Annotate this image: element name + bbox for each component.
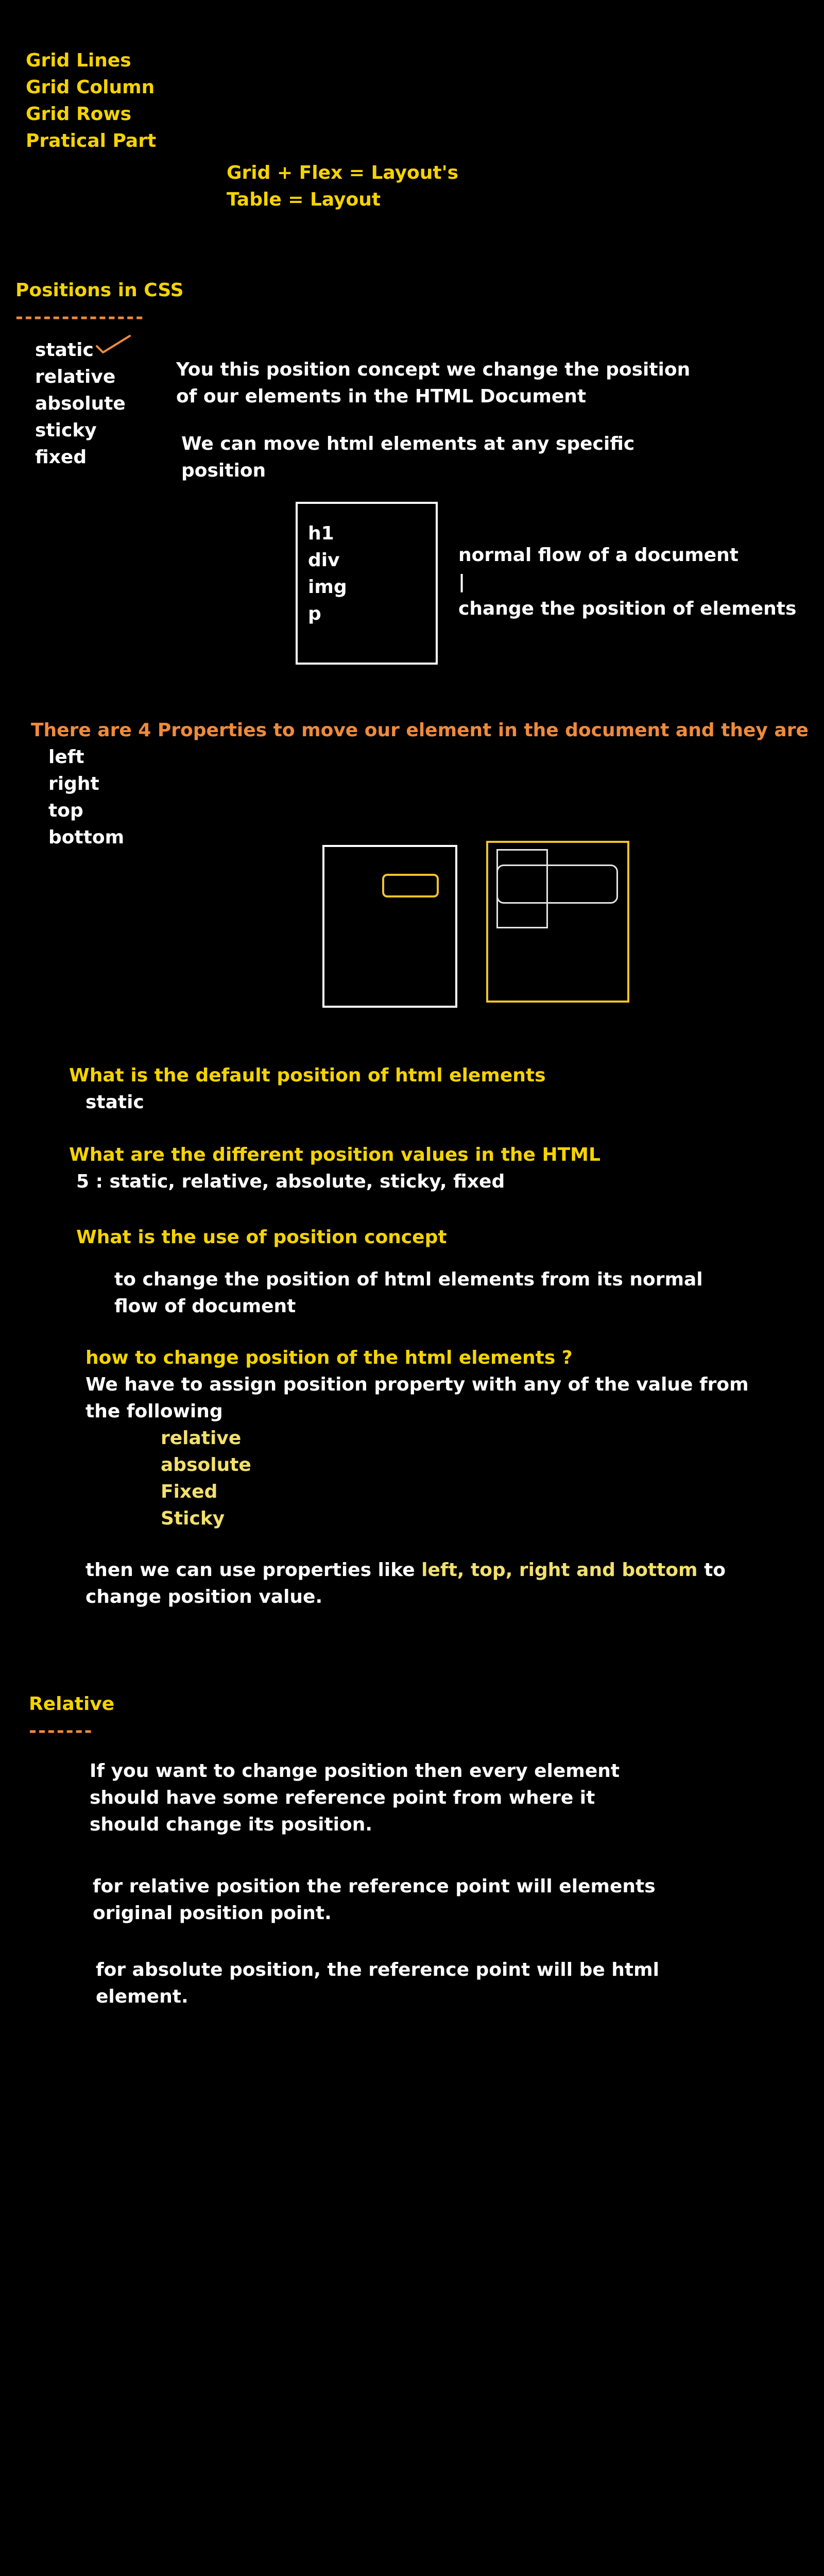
properties-heading: There are 4 Properties to move our eleme… [31,720,809,741]
position-description: of our elements in the HTML Document [176,386,587,407]
property-item: bottom [48,827,125,848]
usage-text: to [697,1560,726,1581]
answer-default-position: static [85,1092,144,1113]
original-element-diagram [496,849,548,928]
child-element-diagram [382,874,439,897]
properties-usage-line: then we can use properties like left, to… [85,1557,726,1584]
usage-text: then we can use properties like [85,1560,422,1581]
position-value: fixed [35,447,87,468]
property-item: right [48,773,99,794]
position-value: relative [35,366,116,387]
assign-value: Sticky [161,1508,225,1529]
position-values-list: static relative absolute sticky fixed [35,337,126,471]
absolute-reference-note: element. [96,1986,188,2007]
question-default-position: What is the default position of html ele… [69,1065,546,1086]
grid-topic: Grid Lines [26,50,131,71]
question-position-values: What are the different position values i… [69,1144,600,1165]
absolute-reference-note: for absolute position, the reference poi… [96,1959,659,1980]
flow-item: img [308,577,347,598]
position-value: sticky [35,420,97,441]
move-description: We can move html elements at any specifi… [181,433,635,454]
flow-note: change the position of elements [458,598,797,619]
layout-note: Table = Layout [227,189,381,210]
flow-box-items: h1 div img p [308,520,347,628]
relative-underline: ------- [29,1720,94,1741]
parent-box-diagram [322,845,457,1008]
grid-topics-list: Grid Lines Grid Column Grid Rows Pratica… [26,47,156,155]
position-description: You this position concept we change the … [176,359,691,380]
positions-underline: -------------- [15,307,145,328]
positions-title: Positions in CSS [15,280,184,301]
move-description: position [181,460,266,481]
layout-note: Grid + Flex = Layout's [227,162,459,183]
assign-values-list: relative absolute Fixed Sticky [161,1425,251,1532]
usage-properties: left, top, right and bottom [421,1560,698,1581]
grid-topic: Grid Rows [26,104,132,125]
property-item: top [48,800,83,821]
property-item: left [48,747,84,768]
relative-paragraph: If you want to change position then ever… [90,1760,620,1782]
question-use-of-position: What is the use of position concept [76,1227,447,1248]
grid-topic: Pratical Part [26,130,157,151]
answer-how-to-change: We have to assign position property with… [85,1374,749,1395]
assign-value: relative [161,1428,242,1449]
answer-use-of-position: to change the position of html elements … [114,1269,703,1290]
properties-list: left right top bottom [48,744,124,851]
answer-position-values: 5 : static, relative, absolute, sticky, … [76,1171,505,1192]
flow-item: h1 [308,523,334,544]
relative-title: Relative [29,1693,115,1715]
flow-note: | [458,571,466,592]
properties-usage-line: change position value. [85,1586,323,1607]
assign-value: Fixed [161,1481,218,1502]
grid-topic: Grid Column [26,77,155,98]
flow-note: normal flow of a document [458,545,739,566]
position-value: absolute [35,393,126,414]
answer-how-to-change: the following [85,1401,223,1422]
relative-paragraph: should change its position. [90,1814,373,1835]
checkmark-icon [96,335,131,353]
question-how-to-change: how to change position of the html eleme… [85,1347,573,1368]
relative-paragraph: should have some reference point from wh… [90,1787,595,1808]
relative-reference-note: for relative position the reference poin… [93,1876,656,1897]
flow-item: p [308,603,321,624]
flow-item: div [308,550,340,571]
answer-use-of-position: flow of document [114,1296,296,1317]
assign-value: absolute [161,1454,251,1476]
moved-box-diagram [486,841,629,1003]
relative-reference-note: original position point. [93,1903,332,1924]
